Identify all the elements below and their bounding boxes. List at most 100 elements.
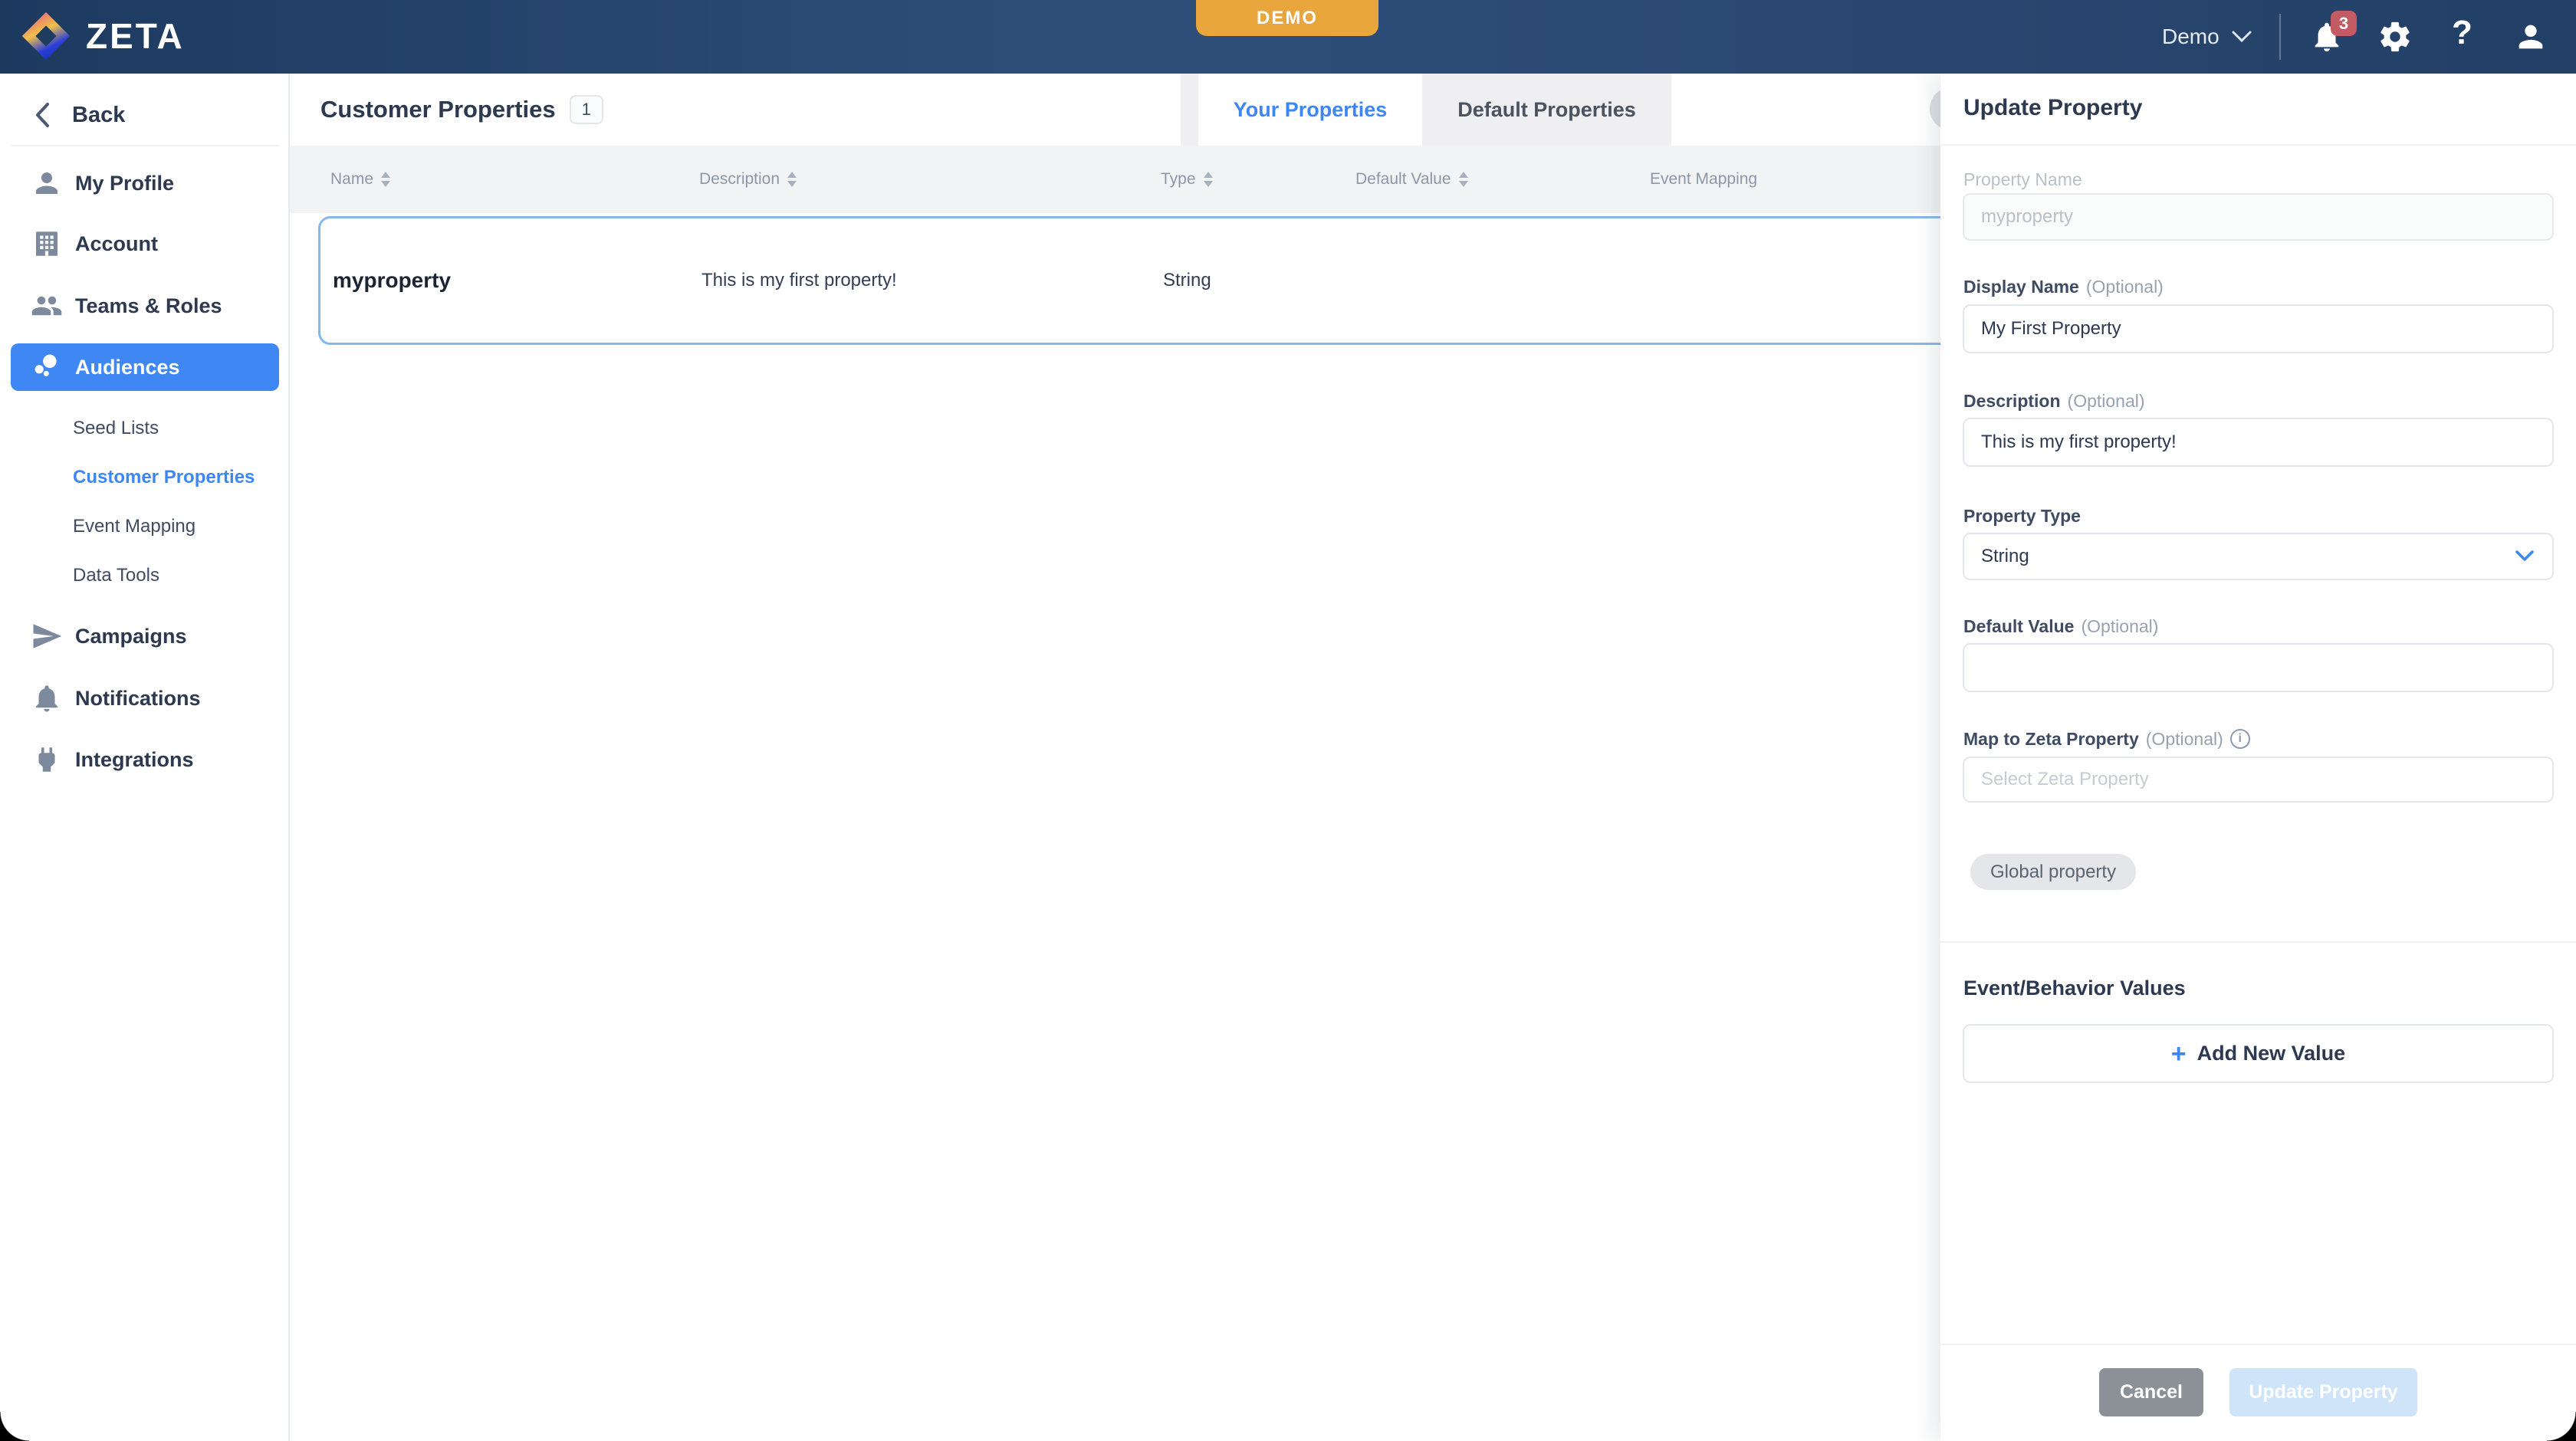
table-header: Name Description Type Default Value Even… — [290, 146, 1940, 213]
page-header: Customer Properties 1 — [320, 74, 603, 146]
back-button[interactable]: Back — [0, 92, 290, 138]
sidebar-item-label: Teams & Roles — [75, 294, 222, 318]
sidebar-item-label: Audiences — [75, 356, 180, 379]
label-text: Default Value — [1963, 616, 2074, 637]
panel-divider — [1940, 941, 2576, 943]
page-title: Customer Properties — [320, 96, 556, 123]
tab-label: Default Properties — [1457, 98, 1636, 122]
chevron-down-icon — [2515, 550, 2534, 563]
column-label: Name — [330, 170, 373, 189]
sidebar-subitem-label: Seed Lists — [73, 418, 159, 439]
plus-icon: + — [2171, 1041, 2187, 1067]
sidebar-item-label: My Profile — [75, 172, 174, 195]
add-button-label: Add New Value — [2197, 1042, 2346, 1065]
column-header-description[interactable]: Description — [699, 146, 797, 213]
label-text: Display Name — [1963, 277, 2079, 297]
sidebar-divider — [11, 145, 279, 146]
sidebar-subitem-event-mapping[interactable]: Event Mapping — [73, 508, 280, 545]
sidebar-item-integrations[interactable]: Integrations — [0, 735, 290, 784]
update-property-button[interactable]: Update Property — [2229, 1368, 2417, 1416]
sidebar-item-label: Notifications — [75, 687, 201, 711]
cell-description: This is my first property! — [702, 218, 897, 343]
sidebar-subitem-label: Event Mapping — [73, 516, 196, 537]
footer-divider — [1940, 1344, 2576, 1345]
sort-icon — [1204, 172, 1213, 187]
panel-title: Update Property — [1963, 95, 2142, 121]
column-header-type[interactable]: Type — [1161, 146, 1213, 213]
selected-value: String — [1981, 546, 2029, 567]
screen-corner — [2547, 1412, 2576, 1441]
back-label: Back — [72, 103, 125, 128]
event-behavior-values-title: Event/Behavior Values — [1963, 977, 2186, 1000]
label-optional: (Optional) — [2146, 729, 2223, 750]
sidebar-item-campaigns[interactable]: Campaigns — [0, 612, 290, 661]
chevron-down-icon — [2232, 31, 2252, 43]
tab-default-properties[interactable]: Default Properties — [1422, 74, 1671, 146]
sidebar-subitem-data-tools[interactable]: Data Tools — [73, 557, 280, 594]
table-row[interactable]: myproperty This is my first property! St… — [318, 216, 1959, 345]
building-icon — [29, 228, 64, 260]
help-icon[interactable]: ? — [2452, 14, 2472, 52]
sidebar-item-label: Account — [75, 232, 158, 256]
tab-your-properties[interactable]: Your Properties — [1198, 74, 1422, 146]
update-property-panel: Update Property Property Name Display Na… — [1940, 74, 2576, 1441]
sidebar-item-account[interactable]: Account — [0, 219, 290, 268]
navbar-divider — [2279, 14, 2281, 60]
demo-environment-ribbon: DEMO — [1196, 0, 1378, 36]
paper-plane-icon — [29, 620, 64, 652]
user-avatar-icon[interactable] — [2513, 19, 2548, 54]
sort-icon — [381, 172, 390, 187]
sidebar-item-label: Integrations — [75, 748, 194, 772]
count-badge: 1 — [570, 95, 603, 124]
sidebar-subitem-label: Customer Properties — [73, 467, 255, 488]
cell-type: String — [1163, 218, 1211, 343]
sidebar-item-label: Campaigns — [75, 625, 187, 648]
sidebar-item-teams-roles[interactable]: Teams & Roles — [0, 281, 290, 330]
default-value-label: Default Value (Optional) — [1963, 615, 2158, 637]
map-to-zeta-input[interactable] — [1963, 757, 2554, 803]
label-text: Property Type — [1963, 506, 2081, 527]
notification-count-badge: 3 — [2331, 11, 2357, 36]
property-type-label: Property Type — [1963, 505, 2081, 527]
label-optional: (Optional) — [2068, 391, 2145, 412]
panel-divider — [1940, 144, 2576, 146]
label-optional: (Optional) — [2081, 616, 2158, 637]
column-label: Default Value — [1355, 170, 1451, 189]
sidebar-subitem-seed-lists[interactable]: Seed Lists — [73, 410, 280, 447]
description-label: Description (Optional) — [1963, 390, 2145, 412]
property-name-input — [1963, 193, 2554, 241]
label-text: Description — [1963, 391, 2061, 412]
info-icon[interactable]: i — [2230, 729, 2250, 749]
plug-icon — [29, 743, 64, 776]
settings-gear-icon[interactable] — [2377, 19, 2413, 54]
column-label: Description — [699, 170, 780, 189]
cancel-button[interactable]: Cancel — [2099, 1368, 2203, 1416]
sidebar-item-my-profile[interactable]: My Profile — [0, 159, 290, 208]
properties-tabstrip: Your Properties Default Properties — [1181, 74, 1671, 146]
account-dropdown[interactable]: Demo — [2162, 0, 2252, 74]
property-type-select[interactable]: String — [1963, 533, 2554, 580]
sort-icon — [787, 172, 797, 187]
column-header-default-value[interactable]: Default Value — [1355, 146, 1468, 213]
display-name-input[interactable] — [1963, 304, 2554, 353]
column-header-name[interactable]: Name — [330, 146, 390, 213]
audiences-bubbles-icon — [29, 351, 64, 383]
bell-icon — [29, 682, 64, 714]
top-navbar: ZETA DEMO Demo 3 ? — [0, 0, 2576, 74]
sidebar-subitem-customer-properties[interactable]: Customer Properties — [73, 459, 280, 496]
description-input[interactable] — [1963, 418, 2554, 467]
default-value-input[interactable] — [1963, 643, 2554, 692]
sidebar-item-notifications[interactable]: Notifications — [0, 674, 290, 723]
zeta-logo[interactable]: ZETA — [20, 10, 185, 62]
column-header-event-mapping: Event Mapping — [1650, 146, 1757, 213]
sidebar: Back My Profile Account Teams & Rol — [0, 74, 290, 1441]
screen-corner — [0, 1412, 29, 1441]
sidebar-subitem-label: Data Tools — [73, 565, 159, 586]
label-optional: (Optional) — [2086, 277, 2164, 297]
sidebar-item-audiences[interactable]: Audiences — [11, 343, 279, 391]
add-new-value-button[interactable]: + Add New Value — [1963, 1024, 2554, 1083]
people-icon — [29, 290, 64, 322]
display-name-label: Display Name (Optional) — [1963, 276, 2164, 297]
zeta-diamond-icon — [20, 10, 72, 62]
property-name-label: Property Name — [1963, 169, 2082, 190]
